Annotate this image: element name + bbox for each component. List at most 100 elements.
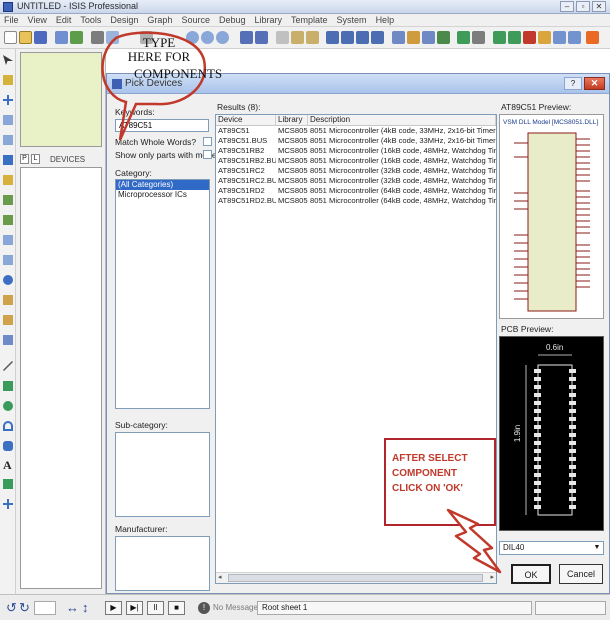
column-library[interactable]: Library <box>276 115 308 125</box>
new-file-icon[interactable] <box>4 31 17 44</box>
ares-icon[interactable] <box>568 31 581 44</box>
text-script-icon[interactable] <box>3 135 13 145</box>
rotate-ccw-icon[interactable]: ↺ <box>6 601 17 615</box>
circle-tool-icon[interactable] <box>3 401 13 411</box>
category-list[interactable]: (All Categories) Microprocessor ICs <box>115 179 210 409</box>
maximize-button[interactable]: ▫ <box>576 1 590 12</box>
menu-tools[interactable]: Tools <box>80 14 101 26</box>
subcategory-list[interactable] <box>115 432 210 517</box>
zoom-fit-icon[interactable] <box>216 31 229 44</box>
electrical-check-icon[interactable] <box>586 31 599 44</box>
device-list[interactable] <box>20 167 102 589</box>
pick-device-icon[interactable] <box>392 31 405 44</box>
selection-mode-icon[interactable] <box>3 55 13 65</box>
overview-window[interactable] <box>20 52 102 147</box>
terminals-icon[interactable] <box>3 195 13 205</box>
category-item-all[interactable]: (All Categories) <box>116 180 209 190</box>
dialog-close-button[interactable]: ✕ <box>584 77 605 90</box>
device-pins-icon[interactable] <box>3 215 13 225</box>
paste-icon[interactable] <box>306 31 319 44</box>
menu-file[interactable]: File <box>4 14 19 26</box>
table-row[interactable]: AT89C51RC2.BUS MCS8051 8051 Microcontrol… <box>216 176 496 186</box>
match-whole-words-checkbox[interactable] <box>203 137 212 146</box>
zoom-out-icon[interactable] <box>201 31 214 44</box>
close-window-button[interactable]: ✕ <box>592 1 606 12</box>
table-row[interactable]: AT89C51RC2 MCS8051 8051 Microcontroller … <box>216 166 496 176</box>
table-row[interactable]: AT89C51 MCS8051 8051 Microcontroller (4k… <box>216 126 496 136</box>
decompose-icon[interactable] <box>422 31 435 44</box>
table-row[interactable]: AT89C51.BUS MCS8051 8051 Microcontroller… <box>216 136 496 146</box>
generator-icon[interactable] <box>3 275 13 285</box>
netlist-icon[interactable] <box>553 31 566 44</box>
menu-template[interactable]: Template <box>291 14 328 26</box>
arc-tool-icon[interactable] <box>3 421 13 431</box>
library-manager-button[interactable]: L <box>31 154 40 164</box>
column-description[interactable]: Description <box>308 115 496 125</box>
component-mode-icon[interactable] <box>3 75 13 85</box>
tape-recorder-icon[interactable] <box>3 255 13 265</box>
table-row[interactable]: AT89C51RB2 MCS8051 8051 Microcontroller … <box>216 146 496 156</box>
text-tool-icon[interactable]: A <box>3 459 15 473</box>
wire-autorouter-icon[interactable] <box>437 31 450 44</box>
results-horizontal-scrollbar[interactable]: ◂ ▸ <box>216 572 496 583</box>
voltage-probe-icon[interactable] <box>3 295 13 305</box>
open-folder-icon[interactable] <box>19 31 32 44</box>
keywords-input[interactable] <box>115 119 209 132</box>
package-select[interactable]: DIL40 ▼ <box>499 541 604 555</box>
save-icon[interactable] <box>34 31 47 44</box>
minimize-button[interactable]: – <box>560 1 574 12</box>
column-device[interactable]: Device <box>216 115 276 125</box>
print-area-icon[interactable] <box>106 31 119 44</box>
cancel-button[interactable]: Cancel <box>559 564 603 584</box>
scrollbar-thumb[interactable] <box>228 574 483 582</box>
menu-help[interactable]: Help <box>376 14 395 26</box>
category-item-microprocessor[interactable]: Microprocessor ICs <box>116 190 209 200</box>
redo-icon[interactable] <box>255 31 268 44</box>
print-icon[interactable] <box>91 31 104 44</box>
show-models-checkbox[interactable] <box>203 150 212 159</box>
rotation-angle-field[interactable] <box>34 601 56 615</box>
export-icon[interactable] <box>70 31 83 44</box>
exit-sheet-icon[interactable] <box>523 31 536 44</box>
table-row[interactable]: AT89C51RB2.BUS MCS8051 8051 Microcontrol… <box>216 156 496 166</box>
ok-button[interactable]: OK <box>511 564 551 584</box>
stop-button[interactable]: ■ <box>168 601 185 615</box>
subcircuit-icon[interactable] <box>3 175 13 185</box>
virtual-instruments-icon[interactable] <box>3 335 13 345</box>
import-icon[interactable] <box>55 31 68 44</box>
block-copy-icon[interactable] <box>326 31 339 44</box>
table-row[interactable]: AT89C51RD2 MCS8051 8051 Microcontroller … <box>216 186 496 196</box>
menu-graph[interactable]: Graph <box>147 14 172 26</box>
bus-icon[interactable] <box>3 155 13 165</box>
scroll-right-icon[interactable]: ▸ <box>490 573 494 581</box>
property-tool-icon[interactable] <box>472 31 485 44</box>
block-move-icon[interactable] <box>341 31 354 44</box>
chevron-down-icon[interactable]: ▼ <box>592 543 602 553</box>
copy-icon[interactable] <box>291 31 304 44</box>
menu-edit[interactable]: Edit <box>56 14 72 26</box>
undo-icon[interactable] <box>240 31 253 44</box>
menu-library[interactable]: Library <box>255 14 283 26</box>
pause-button[interactable]: II <box>147 601 164 615</box>
junction-dot-icon[interactable] <box>3 95 13 105</box>
symbol-tool-icon[interactable] <box>3 479 13 489</box>
pick-from-library-button[interactable]: P <box>20 154 29 164</box>
rotate-cw-icon[interactable]: ↻ <box>19 601 30 615</box>
menu-view[interactable]: View <box>28 14 47 26</box>
graph-mode-icon[interactable] <box>3 235 13 245</box>
step-button[interactable]: ▶| <box>126 601 143 615</box>
line-tool-icon[interactable] <box>3 361 13 371</box>
help-button[interactable]: ? <box>564 77 582 90</box>
menu-design[interactable]: Design <box>110 14 138 26</box>
make-device-icon[interactable] <box>407 31 420 44</box>
cut-icon[interactable] <box>276 31 289 44</box>
current-probe-icon[interactable] <box>3 315 13 325</box>
table-row[interactable]: AT89C51RD2.BUS MCS8051 8051 Microcontrol… <box>216 196 496 206</box>
manufacturer-list[interactable] <box>115 536 210 591</box>
new-sheet-icon[interactable] <box>493 31 506 44</box>
bill-of-materials-icon[interactable] <box>538 31 551 44</box>
path-tool-icon[interactable] <box>3 441 13 451</box>
menu-source[interactable]: Source <box>181 14 210 26</box>
remove-sheet-icon[interactable] <box>508 31 521 44</box>
marker-tool-icon[interactable] <box>3 499 13 509</box>
